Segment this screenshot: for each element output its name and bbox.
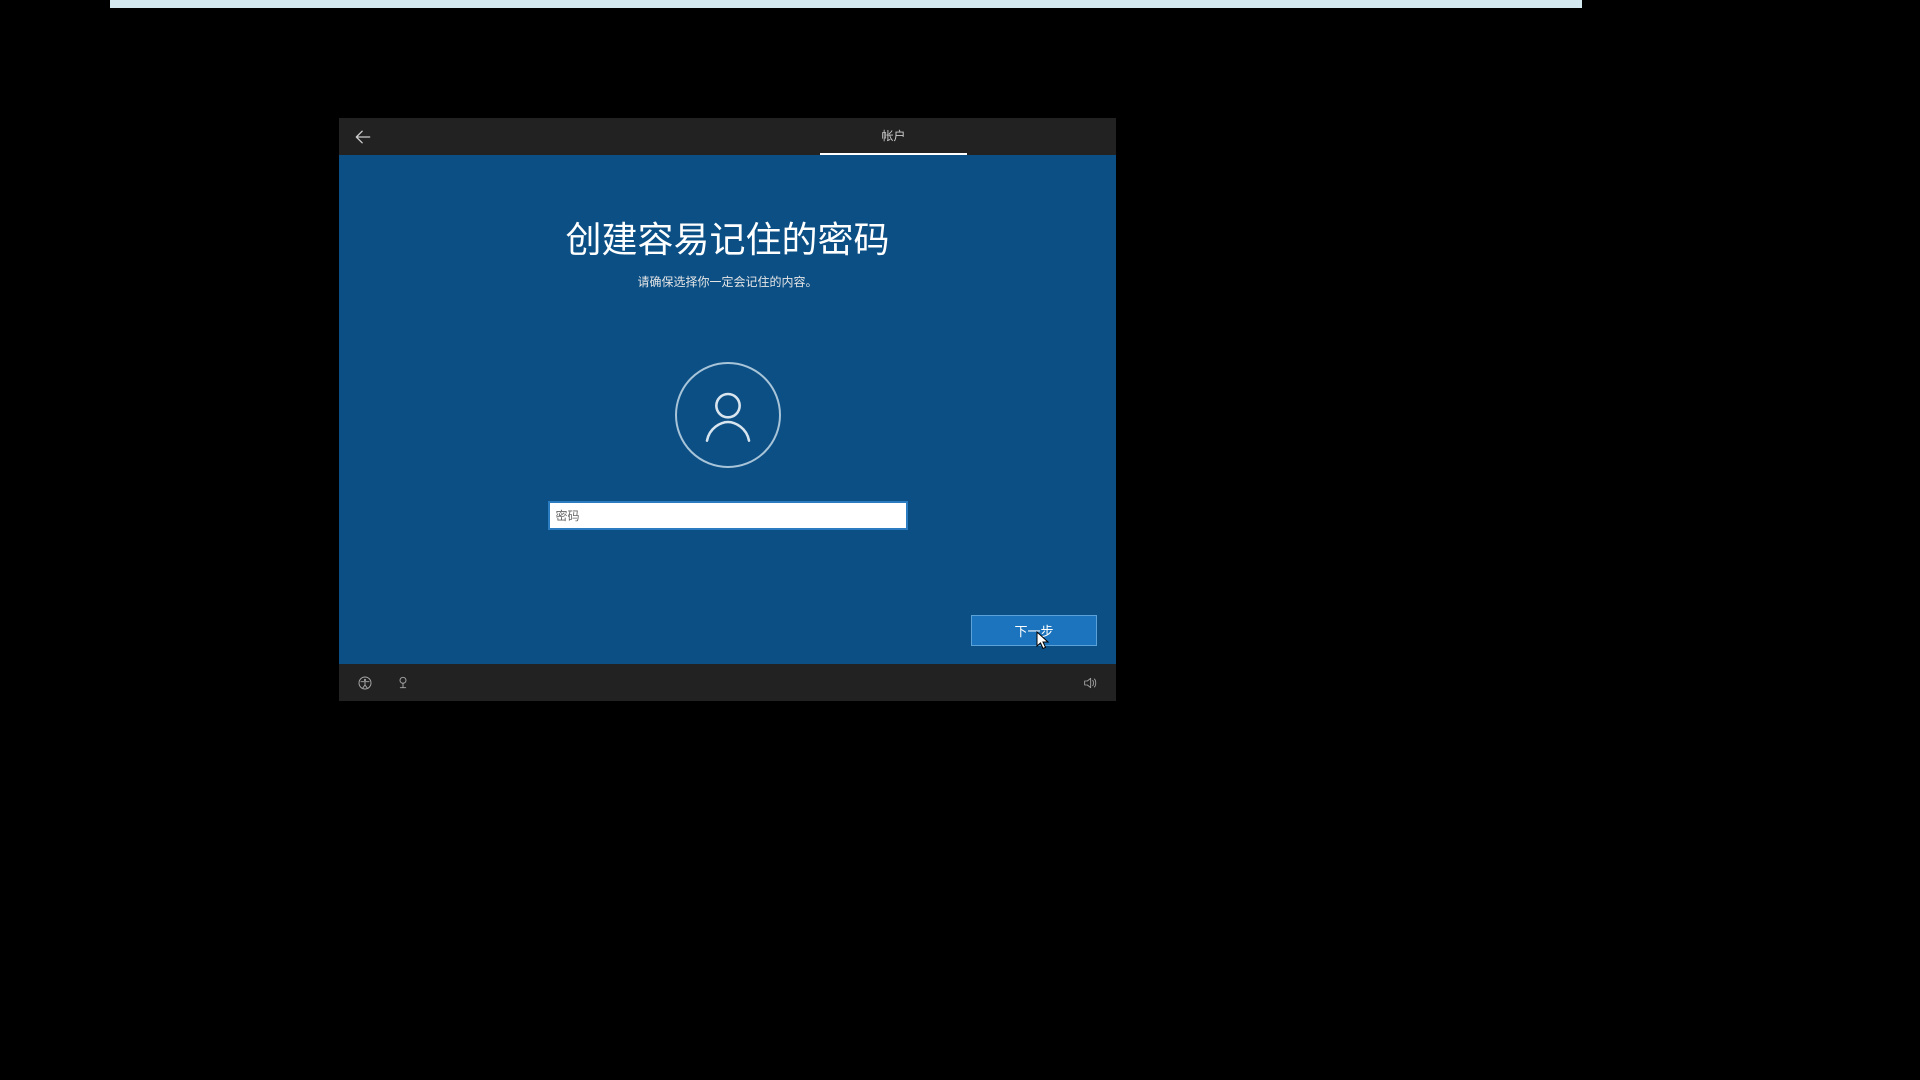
ease-of-access-icon xyxy=(357,675,373,691)
titlebar: 帐户 xyxy=(339,118,1116,155)
ime-button[interactable] xyxy=(389,669,417,697)
next-button-label: 下一步 xyxy=(1014,621,1053,640)
oobe-window: 帐户 创建容易记住的密码 请确保选择你一定会记住的内容。 下一步 xyxy=(339,118,1116,701)
next-button[interactable]: 下一步 xyxy=(971,615,1097,646)
page-heading: 创建容易记住的密码 xyxy=(565,211,889,263)
ime-icon xyxy=(395,675,411,691)
page-subheading: 请确保选择你一定会记住的内容。 xyxy=(637,273,817,290)
step-label: 帐户 xyxy=(820,118,967,153)
back-arrow-icon xyxy=(353,127,373,147)
password-input[interactable] xyxy=(548,501,908,530)
back-button[interactable] xyxy=(339,118,387,155)
user-icon xyxy=(700,387,756,443)
ease-of-access-button[interactable] xyxy=(351,669,379,697)
avatar-circle xyxy=(675,362,781,468)
browser-chrome-strip xyxy=(110,0,1582,8)
content-area: 创建容易记住的密码 请确保选择你一定会记住的内容。 下一步 xyxy=(339,155,1116,664)
volume-icon xyxy=(1082,675,1098,691)
step-indicator: 帐户 xyxy=(820,118,967,155)
bottombar xyxy=(339,664,1116,701)
volume-button[interactable] xyxy=(1076,669,1104,697)
